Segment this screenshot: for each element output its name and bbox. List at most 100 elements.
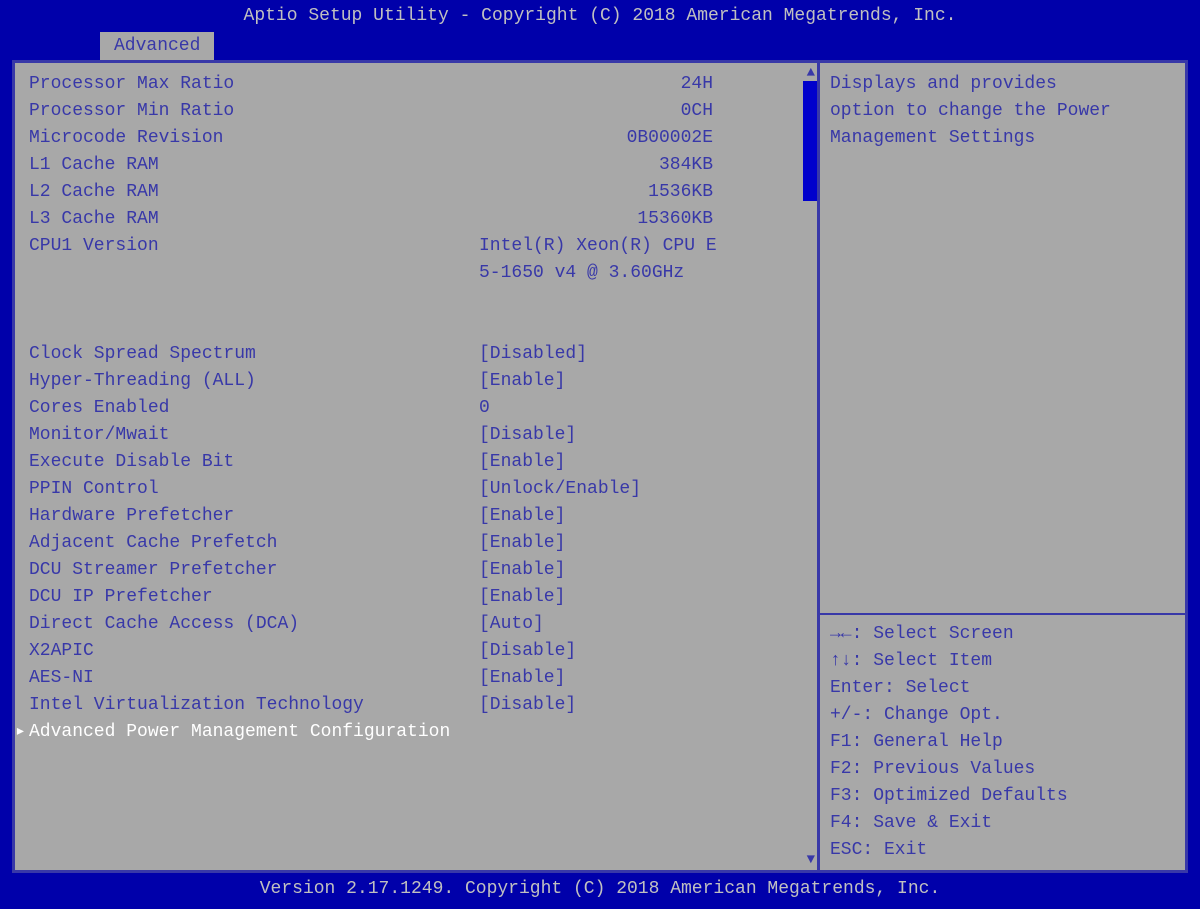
info-row: CPU1 Version Intel(R) Xeon(R) CPU E [29, 233, 803, 260]
setting-value: 15360KB [479, 206, 803, 233]
hint-select-screen: →←: Select Screen [830, 621, 1175, 648]
help-line: Management Settings [830, 125, 1175, 152]
help-panel: Displays and provides option to change t… [817, 63, 1185, 870]
tab-row: Advanced [0, 32, 1200, 60]
hint-f4: F4: Save & Exit [830, 810, 1175, 837]
config-row[interactable]: PPIN Control [Unlock/Enable] [29, 476, 803, 503]
config-row[interactable]: Hardware Prefetcher [Enable] [29, 503, 803, 530]
setting-value: [Disabled] [479, 341, 803, 368]
version-text: Version 2.17.1249. Copyright (C) 2018 Am… [260, 879, 941, 899]
setting-label: Microcode Revision [29, 125, 479, 152]
config-row[interactable]: Execute Disable Bit [Enable] [29, 449, 803, 476]
help-text: Displays and provides option to change t… [820, 63, 1185, 160]
setting-label: Direct Cache Access (DCA) [29, 611, 479, 638]
config-row[interactable]: DCU Streamer Prefetcher [Enable] [29, 557, 803, 584]
setting-label: AES-NI [29, 665, 479, 692]
hint-esc: ESC: Exit [830, 837, 1175, 864]
config-row[interactable]: Intel Virtualization Technology [Disable… [29, 692, 803, 719]
setting-label: Cores Enabled [29, 395, 479, 422]
help-line: option to change the Power [830, 98, 1175, 125]
setting-label: DCU Streamer Prefetcher [29, 557, 479, 584]
hint-select-item: ↑↓: Select Item [830, 648, 1175, 675]
setting-value: 24H [479, 71, 803, 98]
setting-label: Monitor/Mwait [29, 422, 479, 449]
hint-enter: Enter: Select [830, 675, 1175, 702]
info-row: Processor Max Ratio 24H [29, 71, 803, 98]
setting-value: Intel(R) Xeon(R) CPU E [479, 233, 803, 260]
setting-value: 1536KB [479, 179, 803, 206]
hint-f3: F3: Optimized Defaults [830, 783, 1175, 810]
info-row: 5-1650 v4 @ 3.60GHz [29, 260, 803, 287]
setting-value: [Disable] [479, 692, 803, 719]
footer-bar: Version 2.17.1249. Copyright (C) 2018 Am… [0, 873, 1200, 909]
blank-row [29, 287, 803, 314]
setting-label: L2 Cache RAM [29, 179, 479, 206]
tab-advanced[interactable]: Advanced [100, 32, 214, 60]
config-row[interactable]: Clock Spread Spectrum [Disabled] [29, 341, 803, 368]
settings-panel: Processor Max Ratio 24H Processor Min Ra… [15, 63, 817, 870]
setting-value: [Auto] [479, 611, 803, 638]
setting-label: PPIN Control [29, 476, 479, 503]
setting-label: X2APIC [29, 638, 479, 665]
setting-value: 5-1650 v4 @ 3.60GHz [479, 260, 803, 287]
setting-value: [Enable] [479, 557, 803, 584]
setting-value: [Disable] [479, 422, 803, 449]
setting-value: 0 [479, 395, 803, 422]
config-row[interactable]: X2APIC [Disable] [29, 638, 803, 665]
setting-value: [Enable] [479, 665, 803, 692]
setting-label: L3 Cache RAM [29, 206, 479, 233]
scroll-up-icon[interactable]: ▲ [807, 65, 815, 81]
setting-value: [Enable] [479, 584, 803, 611]
setting-value: [Disable] [479, 638, 803, 665]
config-row[interactable]: Cores Enabled 0 [29, 395, 803, 422]
setting-value: [Unlock/Enable] [479, 476, 803, 503]
bios-window: Aptio Setup Utility - Copyright (C) 2018… [0, 0, 1200, 909]
setting-label: Intel Virtualization Technology [29, 692, 479, 719]
blank-row [29, 314, 803, 341]
scroll-thumb[interactable] [803, 81, 817, 201]
main-area: Processor Max Ratio 24H Processor Min Ra… [12, 60, 1188, 873]
setting-label: Hyper-Threading (ALL) [29, 368, 479, 395]
setting-label: CPU1 Version [29, 233, 479, 260]
setting-value: 384KB [479, 152, 803, 179]
selected-submenu[interactable]: ▸ Advanced Power Management Configuratio… [15, 719, 803, 746]
spacer [820, 160, 1185, 613]
setting-value: 0CH [479, 98, 803, 125]
info-row: Microcode Revision 0B00002E [29, 125, 803, 152]
setting-value: [Enable] [479, 530, 803, 557]
hint-change-opt: +/-: Change Opt. [830, 702, 1175, 729]
hint-f2: F2: Previous Values [830, 756, 1175, 783]
setting-value: 0B00002E [479, 125, 803, 152]
hint-f1: F1: General Help [830, 729, 1175, 756]
setting-value: [Enable] [479, 449, 803, 476]
key-hints: →←: Select Screen ↑↓: Select Item Enter:… [820, 615, 1185, 870]
config-row[interactable]: Adjacent Cache Prefetch [Enable] [29, 530, 803, 557]
setting-value: [Enable] [479, 368, 803, 395]
setting-value: [Enable] [479, 503, 803, 530]
config-row[interactable]: Hyper-Threading (ALL) [Enable] [29, 368, 803, 395]
config-row[interactable]: AES-NI [Enable] [29, 665, 803, 692]
info-row: Processor Min Ratio 0CH [29, 98, 803, 125]
setting-label: DCU IP Prefetcher [29, 584, 479, 611]
setting-label: Processor Min Ratio [29, 98, 479, 125]
title-bar: Aptio Setup Utility - Copyright (C) 2018… [0, 0, 1200, 32]
scrollbar[interactable]: ▲ ▼ [803, 63, 817, 870]
selected-label: Advanced Power Management Configuration [29, 719, 450, 746]
setting-label: Clock Spread Spectrum [29, 341, 479, 368]
setting-label: Hardware Prefetcher [29, 503, 479, 530]
setting-label: L1 Cache RAM [29, 152, 479, 179]
info-row: L2 Cache RAM 1536KB [29, 179, 803, 206]
config-row[interactable]: Monitor/Mwait [Disable] [29, 422, 803, 449]
setting-label [29, 260, 479, 287]
setting-label: Execute Disable Bit [29, 449, 479, 476]
info-row: L3 Cache RAM 15360KB [29, 206, 803, 233]
config-row[interactable]: Direct Cache Access (DCA) [Auto] [29, 611, 803, 638]
submenu-arrow-icon: ▸ [15, 719, 29, 746]
setting-label: Processor Max Ratio [29, 71, 479, 98]
config-row[interactable]: DCU IP Prefetcher [Enable] [29, 584, 803, 611]
scroll-down-icon[interactable]: ▼ [807, 852, 815, 868]
setting-label: Adjacent Cache Prefetch [29, 530, 479, 557]
info-row: L1 Cache RAM 384KB [29, 152, 803, 179]
utility-title: Aptio Setup Utility - Copyright (C) 2018… [244, 6, 957, 26]
help-line: Displays and provides [830, 71, 1175, 98]
